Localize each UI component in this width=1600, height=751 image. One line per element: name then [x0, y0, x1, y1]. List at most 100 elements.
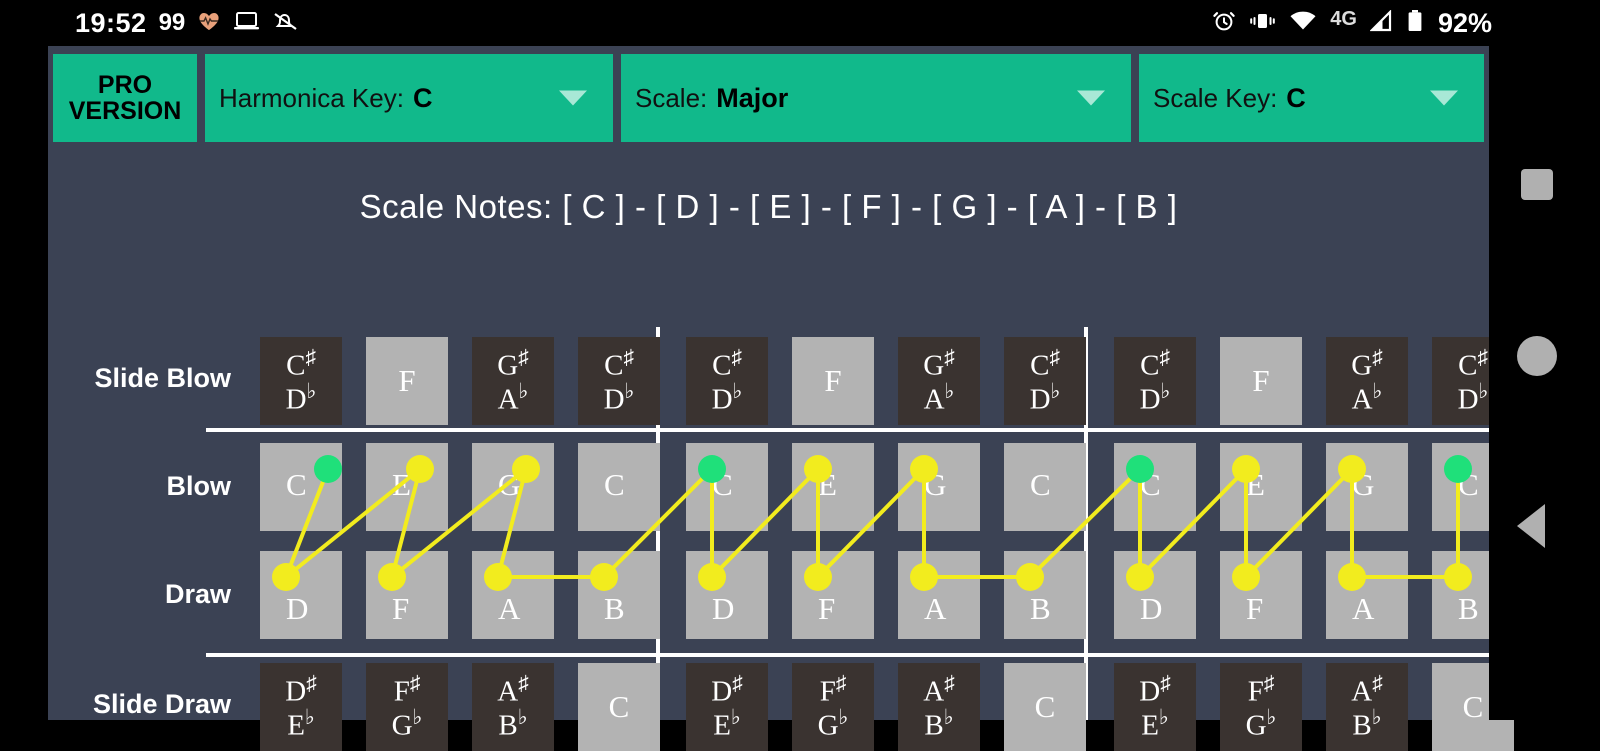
note-label: E	[1246, 467, 1265, 502]
cell-blow-6[interactable]: E	[792, 443, 874, 531]
recents-square-icon[interactable]	[1521, 169, 1553, 200]
cell-blow-4[interactable]: C	[578, 443, 660, 531]
note-label: G	[924, 467, 947, 502]
scale-notes-text: Scale Notes: [ C ] - [ D ] - [ E ] - [ F…	[359, 188, 1178, 225]
cell-blow-2[interactable]: E	[366, 443, 448, 531]
row-label-slide-blow: Slide Blow	[94, 363, 231, 393]
note-label: C♯ D♭	[285, 344, 317, 416]
battery-percent: 92%	[1437, 7, 1492, 38]
note-label: D	[712, 591, 735, 626]
harmonica-key-value: C	[412, 82, 433, 113]
cell-slide-blow-3[interactable]: G♯ A♭	[472, 337, 554, 425]
cell-slide-draw-9[interactable]: D♯ E♭	[1114, 663, 1196, 751]
note-label: G	[1352, 467, 1375, 502]
row-separator	[206, 653, 1489, 657]
note-label: C	[604, 467, 625, 502]
cell-draw-8[interactable]: B	[1004, 551, 1086, 639]
cell-blow-7[interactable]: G	[898, 443, 980, 531]
cell-slide-draw-11[interactable]: A♯ B♭	[1326, 663, 1408, 751]
app-window: PRO VERSION Harmonica Key: C Scale: Majo…	[48, 46, 1514, 751]
cell-blow-8[interactable]: C	[1004, 443, 1086, 531]
note-label: C♯ D♭	[1457, 344, 1489, 416]
notification-count: 99	[158, 9, 186, 36]
cell-draw-4[interactable]: B	[578, 551, 660, 639]
back-triangle-icon[interactable]	[1517, 504, 1545, 548]
cell-slide-blow-2[interactable]: F	[366, 337, 448, 425]
cell-blow-9[interactable]: C	[1114, 443, 1196, 531]
note-label: B	[604, 591, 625, 626]
cell-draw-11[interactable]: A	[1326, 551, 1408, 639]
selector-toolbar: PRO VERSION Harmonica Key: C Scale: Majo…	[52, 53, 1485, 143]
cell-slide-blow-8[interactable]: C♯ D♭	[1004, 337, 1086, 425]
cell-slide-blow-7[interactable]: G♯ A♭	[898, 337, 980, 425]
scale-dropdown[interactable]: Scale: Major	[620, 53, 1132, 143]
cell-draw-2[interactable]: F	[366, 551, 448, 639]
laptop-icon	[233, 9, 260, 38]
signal-icon	[1369, 8, 1394, 37]
note-label: G♯ A♭	[497, 344, 529, 416]
cell-slide-blow-4[interactable]: C♯ D♭	[578, 337, 660, 425]
row-label-slide-draw: Slide Draw	[92, 689, 231, 719]
cell-draw-5[interactable]: D	[686, 551, 768, 639]
scale-label: Scale:	[635, 82, 708, 113]
cell-slide-draw-10[interactable]: F♯ G♭	[1220, 663, 1302, 751]
cell-draw-3[interactable]: A	[472, 551, 554, 639]
note-label: A♯ B♭	[497, 670, 529, 742]
status-bar: 19:52 99 4G 92%	[0, 0, 1600, 46]
cell-draw-9[interactable]: D	[1114, 551, 1196, 639]
wifi-icon	[1289, 10, 1317, 37]
scale-key-dropdown[interactable]: Scale Key: C	[1138, 53, 1485, 143]
cell-slide-draw-4[interactable]: C	[578, 663, 660, 751]
cell-draw-6[interactable]: F	[792, 551, 874, 639]
home-circle-icon[interactable]	[1517, 336, 1557, 376]
row-label-blow: Blow	[166, 471, 232, 501]
note-label: C	[286, 467, 307, 502]
cell-slide-draw-1[interactable]: D♯ E♭	[260, 663, 342, 751]
note-label: C♯ D♭	[1029, 344, 1061, 416]
cell-slide-draw-6[interactable]: F♯ G♭	[792, 663, 874, 751]
cell-blow-11[interactable]: G	[1326, 443, 1408, 531]
note-label: B	[1030, 591, 1051, 626]
note-label: D♯ E♭	[285, 670, 317, 742]
cell-slide-draw-3[interactable]: A♯ B♭	[472, 663, 554, 751]
note-label: F	[824, 363, 842, 398]
harmonica-key-dropdown[interactable]: Harmonica Key: C	[204, 53, 614, 143]
cell-slide-draw-8[interactable]: C	[1004, 663, 1086, 751]
cell-blow-5[interactable]: C	[686, 443, 768, 531]
chevron-down-icon	[1430, 90, 1458, 106]
cell-slide-draw-2[interactable]: F♯ G♭	[366, 663, 448, 751]
note-label: A	[1352, 591, 1375, 626]
cell-slide-draw-7[interactable]: A♯ B♭	[898, 663, 980, 751]
scale-key-value: C	[1286, 82, 1306, 113]
note-label: A	[924, 591, 947, 626]
row-separator	[206, 428, 1489, 432]
note-label: C♯ D♭	[711, 344, 743, 416]
cell-blow-1[interactable]: C	[260, 443, 342, 531]
note-label: F	[392, 591, 410, 626]
note-label: E	[392, 467, 411, 502]
pro-version-line2: VERSION	[68, 97, 182, 125]
note-label: F	[1246, 591, 1264, 626]
cell-slide-blow-9[interactable]: C♯ D♭	[1114, 337, 1196, 425]
cell-slide-blow-10[interactable]: F	[1220, 337, 1302, 425]
cell-slide-draw-5[interactable]: D♯ E♭	[686, 663, 768, 751]
cell-slide-blow-5[interactable]: C♯ D♭	[686, 337, 768, 425]
pro-version-button[interactable]: PRO VERSION	[52, 53, 198, 143]
cell-blow-10[interactable]: E	[1220, 443, 1302, 531]
note-label: D	[286, 591, 309, 626]
chevron-down-icon	[559, 90, 587, 106]
note-label: F♯ G♭	[391, 670, 423, 742]
cell-draw-7[interactable]: A	[898, 551, 980, 639]
note-label: G♯ A♭	[923, 344, 955, 416]
cell-draw-1[interactable]: D	[260, 551, 342, 639]
row-label-draw: Draw	[164, 579, 231, 609]
note-label: D♯ E♭	[1139, 670, 1171, 742]
cell-slide-blow-1[interactable]: C♯ D♭	[260, 337, 342, 425]
android-nav-bar	[1489, 46, 1600, 720]
heartbeat-icon	[197, 9, 221, 38]
cell-blow-3[interactable]: G	[472, 443, 554, 531]
note-label: F	[1252, 363, 1270, 398]
cell-slide-blow-11[interactable]: G♯ A♭	[1326, 337, 1408, 425]
cell-slide-blow-6[interactable]: F	[792, 337, 874, 425]
cell-draw-10[interactable]: F	[1220, 551, 1302, 639]
